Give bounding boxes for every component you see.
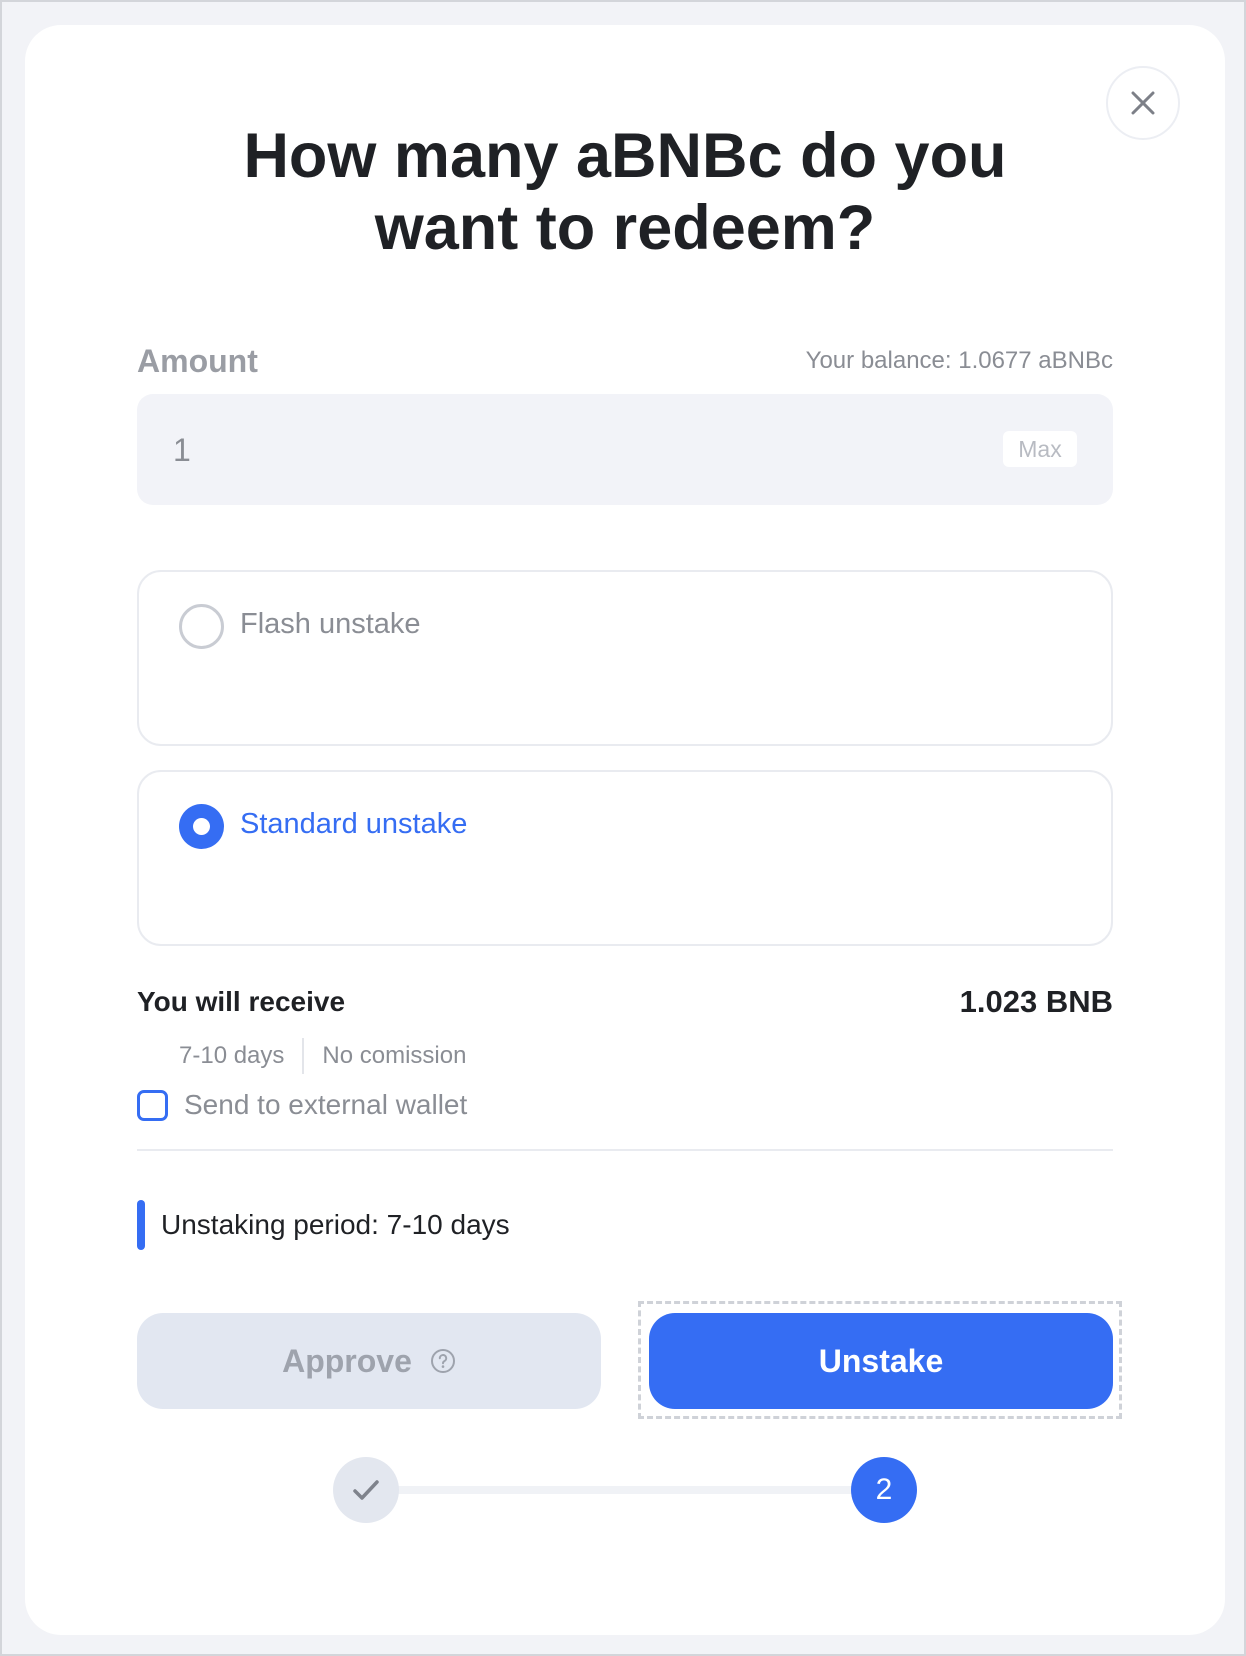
stepper-track (377, 1486, 883, 1494)
period-text: Unstaking period: 7-10 days (161, 1209, 510, 1240)
modal-title-line2: want to redeem? (374, 193, 876, 263)
amount-input[interactable] (171, 424, 875, 476)
max-button[interactable]: Max (1003, 431, 1077, 467)
help-circle-icon[interactable] (430, 1348, 456, 1374)
check-icon (353, 1480, 379, 1500)
amount-label: Amount (137, 343, 258, 379)
details-divider (302, 1038, 305, 1074)
receive-label: You will receive (137, 986, 346, 1017)
duration-text: 7-10 days (179, 1042, 285, 1069)
commission-text: No comission (322, 1042, 467, 1069)
period-accent-bar (137, 1200, 145, 1250)
standard-unstake-radio[interactable] (179, 804, 224, 849)
redeem-modal: How many aBNBc do you want to redeem? Am… (25, 25, 1225, 1635)
external-wallet-toggle[interactable]: Send to external wallet (137, 1089, 467, 1121)
stepper-step-2: 2 (851, 1457, 917, 1523)
receive-value: 1.023 BNB (959, 984, 1113, 1019)
external-wallet-checkbox[interactable] (137, 1089, 168, 1121)
standard-unstake-label: Standard unstake (240, 808, 468, 840)
unstake-button[interactable]: Unstake (649, 1313, 1113, 1409)
section-divider (137, 1149, 1113, 1151)
screen-frame: How many aBNBc do you want to redeem? Am… (0, 0, 1246, 1656)
flash-unstake-option[interactable]: Flash unstake (137, 570, 1113, 746)
stepper-step-1 (333, 1457, 399, 1523)
flash-unstake-radio[interactable] (179, 604, 224, 649)
modal-title-line1: How many aBNBc do you (243, 121, 1007, 191)
receive-details: 7-10 days No comission (179, 1037, 466, 1075)
external-wallet-label: Send to external wallet (184, 1089, 468, 1120)
approve-button[interactable]: Approve (137, 1313, 601, 1409)
approve-label: Approve (282, 1342, 412, 1379)
close-icon (1131, 91, 1155, 115)
balance-text: Your balance: 1.0677 aBNBc (805, 347, 1113, 374)
standard-unstake-option[interactable]: Standard unstake (137, 770, 1113, 946)
modal-title: How many aBNBc do you want to redeem? (25, 120, 1225, 264)
unstaking-period-note: Unstaking period: 7-10 days (137, 1200, 510, 1250)
flash-unstake-label: Flash unstake (240, 608, 421, 640)
amount-field: Max (137, 394, 1113, 505)
